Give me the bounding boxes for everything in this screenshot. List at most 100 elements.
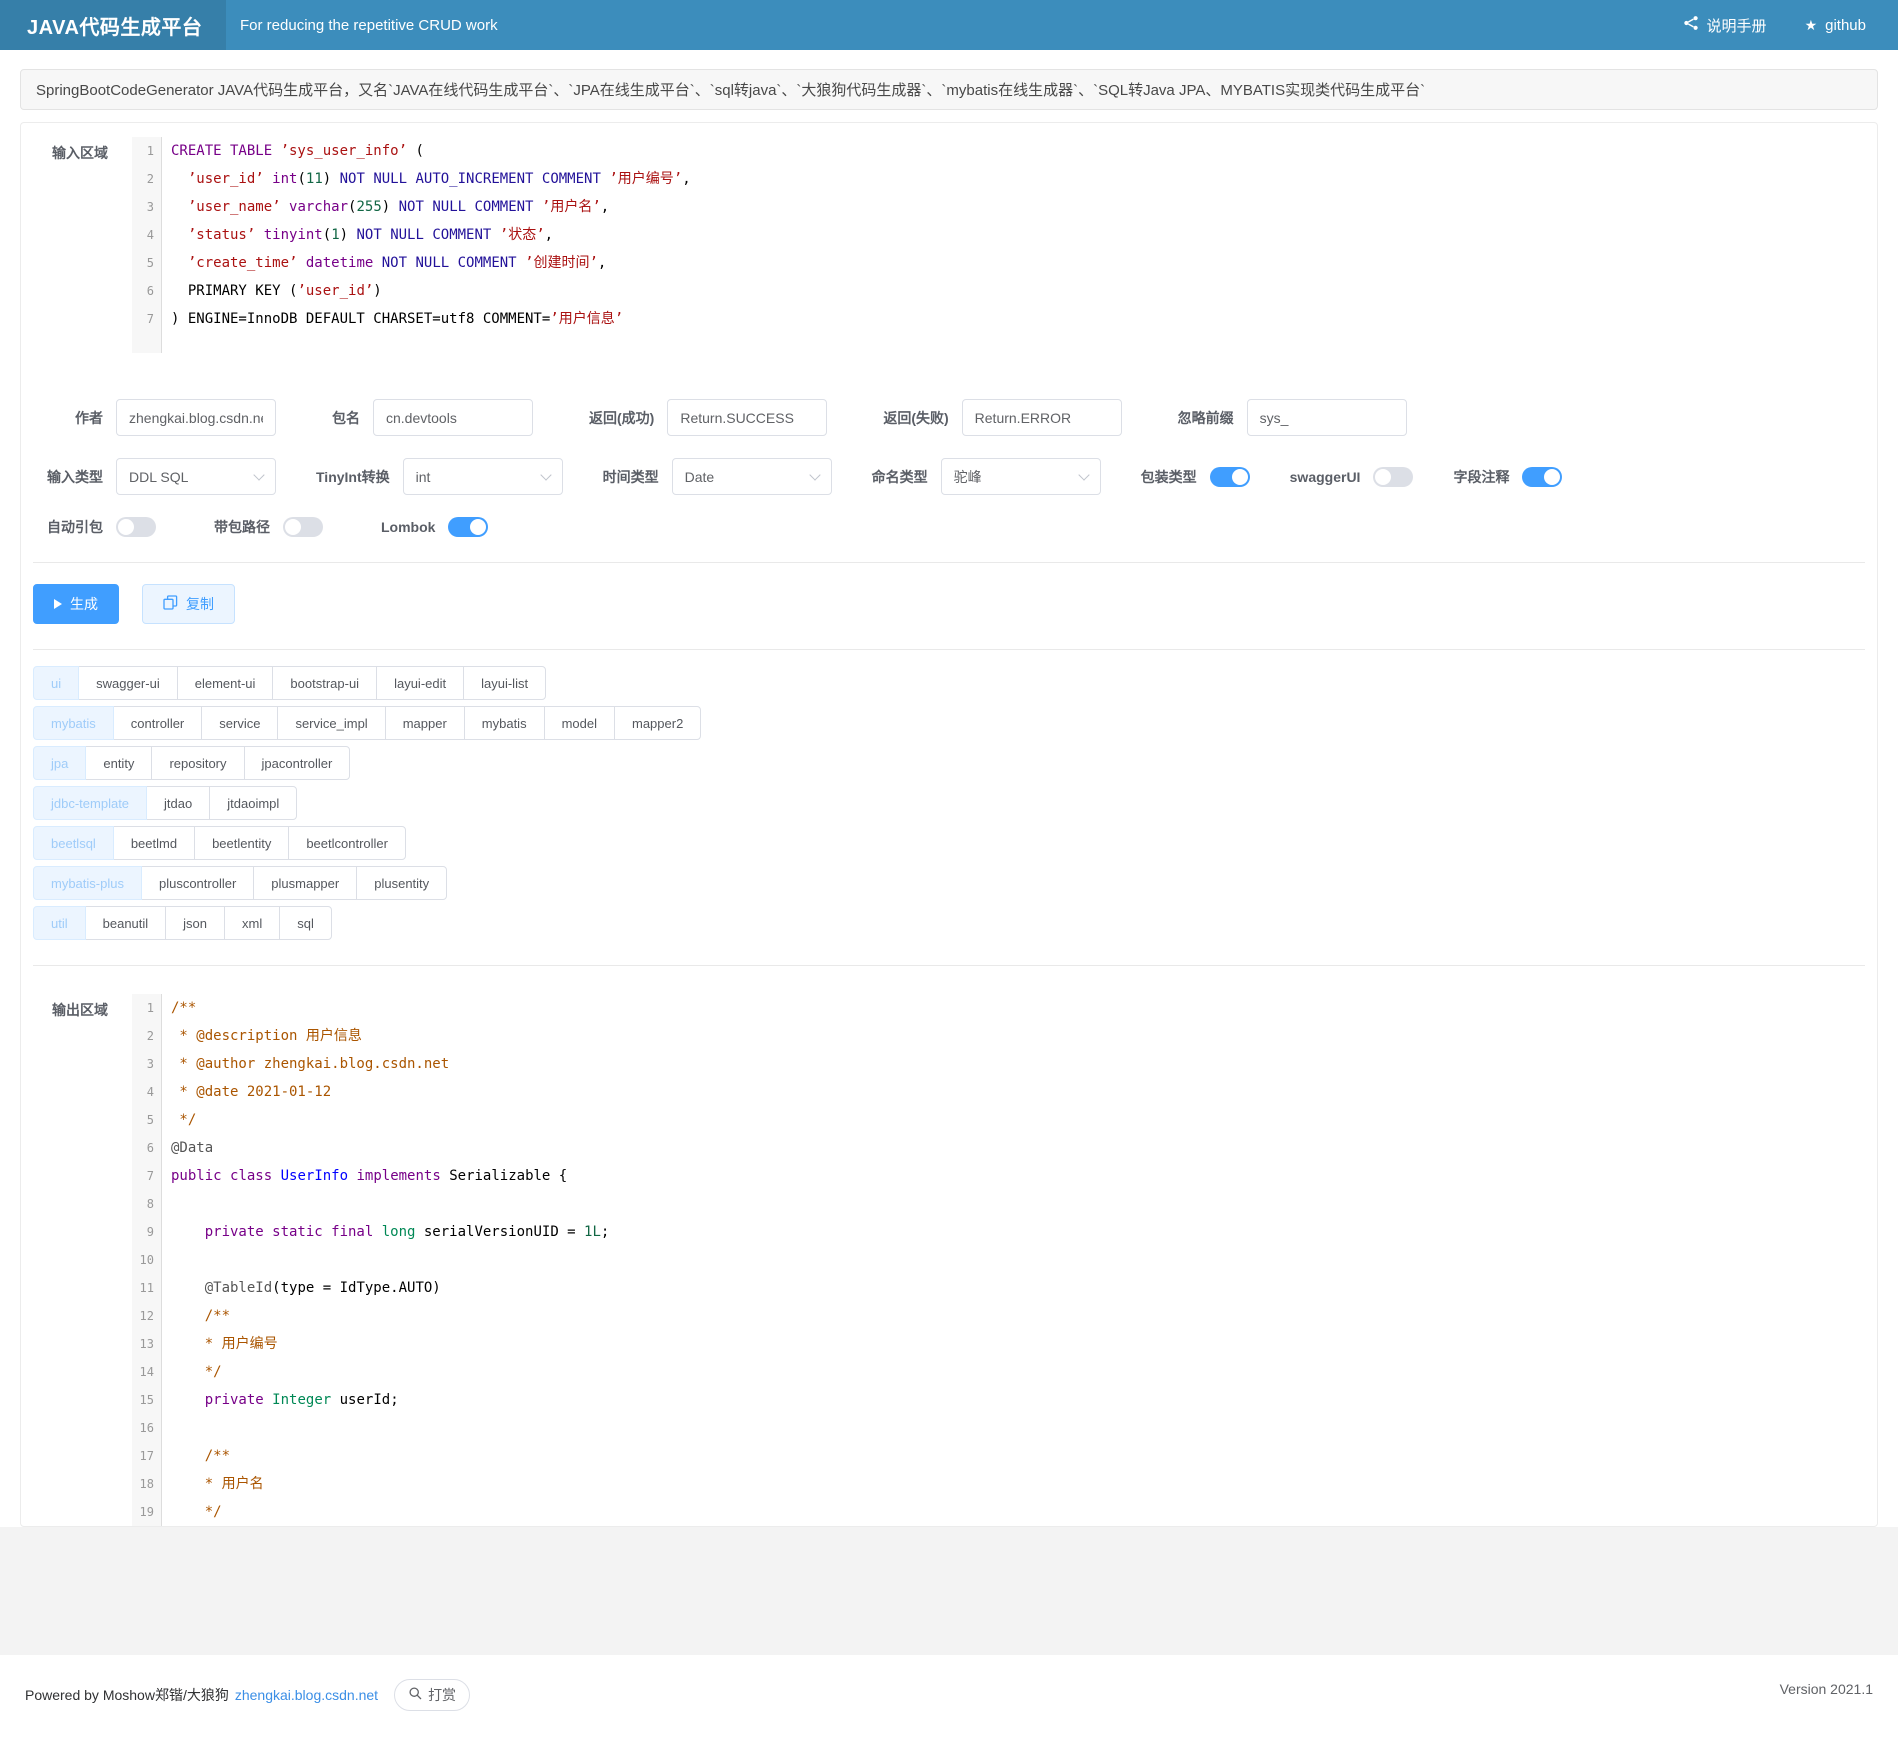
code-line: 10 (132, 1246, 1865, 1274)
code-line: 12 /** (132, 1302, 1865, 1330)
code-line: 6@Data (132, 1134, 1865, 1162)
swagger-ui-toggle[interactable] (1373, 467, 1413, 487)
github-link[interactable]: ★ github (1805, 17, 1866, 34)
lombok-field: Lombok (381, 517, 488, 537)
tab-xml[interactable]: xml (224, 906, 280, 940)
package-path-toggle[interactable] (283, 517, 323, 537)
lombok-label: Lombok (381, 519, 435, 535)
tab-layui-edit[interactable]: layui-edit (376, 666, 464, 700)
tab-service_impl[interactable]: service_impl (277, 706, 385, 740)
time-type-select[interactable]: Date (672, 458, 832, 495)
divider (33, 649, 1865, 650)
line-number: 2 (132, 1022, 162, 1050)
code-line: 3 ’user_name’ varchar(255) NOT NULL COMM… (132, 193, 1865, 221)
tinyint-convert-select[interactable]: int (403, 458, 563, 495)
tab-service[interactable]: service (201, 706, 278, 740)
return-success-field: 返回(成功) (589, 399, 827, 436)
code-line: 16 (132, 1414, 1865, 1442)
time-type-field: 时间类型 Date (603, 458, 832, 495)
code-line: 19 */ (132, 1498, 1865, 1526)
tab-beetlmd[interactable]: beetlmd (113, 826, 195, 860)
code-line: 5 */ (132, 1106, 1865, 1134)
code-line: 4 * @date 2021-01-12 (132, 1078, 1865, 1106)
tab-entity[interactable]: entity (85, 746, 152, 780)
tab-plusmapper[interactable]: plusmapper (253, 866, 357, 900)
line-number: 3 (132, 193, 162, 221)
gutter-filler (132, 333, 1865, 353)
return-success-input[interactable] (667, 399, 827, 436)
tab-beanutil[interactable]: beanutil (85, 906, 167, 940)
tab-category-mybatis-plus[interactable]: mybatis-plus (33, 866, 142, 900)
input-code-editor[interactable]: 1CREATE TABLE ’sys_user_info’ (2 ’user_i… (132, 137, 1865, 353)
manual-link[interactable]: 说明手册 (1683, 15, 1767, 36)
form-row-3: 自动引包 带包路径 Lombok (33, 517, 1865, 537)
tab-beetlentity[interactable]: beetlentity (194, 826, 289, 860)
output-code-editor[interactable]: 1/**2 * @description 用户信息3 * @author zhe… (132, 994, 1865, 1526)
tab-category-ui[interactable]: ui (33, 666, 79, 700)
input-section-label: 输入区域 (33, 137, 108, 163)
tab-plusentity[interactable]: plusentity (356, 866, 447, 900)
tab-mapper2[interactable]: mapper2 (614, 706, 701, 740)
author-label: 作者 (33, 408, 103, 428)
code-line: 13 * 用户编号 (132, 1330, 1865, 1358)
tab-group-jpa: jpaentityrepositoryjpacontroller (33, 746, 1865, 780)
code-line: 8 (132, 1190, 1865, 1218)
chevron-down-icon (809, 469, 820, 480)
generate-button[interactable]: 生成 (33, 584, 119, 624)
app-footer: Powered by Moshow郑锴/大狼狗 zhengkai.blog.cs… (0, 1655, 1898, 1762)
tab-group-ui: uiswagger-uielement-uibootstrap-uilayui-… (33, 666, 1865, 700)
wrapper-type-field: 包装类型 (1141, 467, 1250, 487)
package-input[interactable] (373, 399, 533, 436)
tab-model[interactable]: model (544, 706, 615, 740)
naming-type-select[interactable]: 驼峰 (941, 458, 1101, 495)
copy-button[interactable]: 复制 (142, 584, 235, 624)
form-row-2: 输入类型 DDL SQL TinyInt转换 int 时间类型 (33, 458, 1865, 495)
chevron-down-icon (253, 469, 264, 480)
input-type-value: DDL SQL (129, 469, 188, 485)
auto-import-toggle[interactable] (116, 517, 156, 537)
tab-mapper[interactable]: mapper (385, 706, 465, 740)
play-icon (54, 599, 62, 609)
tab-category-jdbc-template[interactable]: jdbc-template (33, 786, 147, 820)
tab-repository[interactable]: repository (151, 746, 244, 780)
code-line: 3 * @author zhengkai.blog.csdn.net (132, 1050, 1865, 1078)
donate-button[interactable]: 打赏 (394, 1679, 470, 1711)
tab-category-beetlsql[interactable]: beetlsql (33, 826, 114, 860)
auto-import-field: 自动引包 (33, 517, 156, 537)
tab-pluscontroller[interactable]: pluscontroller (141, 866, 254, 900)
tab-bootstrap-ui[interactable]: bootstrap-ui (272, 666, 377, 700)
field-comment-toggle[interactable] (1522, 467, 1562, 487)
tab-layui-list[interactable]: layui-list (463, 666, 546, 700)
blog-link[interactable]: zhengkai.blog.csdn.net (235, 1687, 378, 1703)
tab-element-ui[interactable]: element-ui (177, 666, 274, 700)
tab-swagger-ui[interactable]: swagger-ui (78, 666, 178, 700)
tab-controller[interactable]: controller (113, 706, 202, 740)
output-editor-viewport: 1/**2 * @description 用户信息3 * @author zhe… (108, 994, 1865, 1526)
tab-category-mybatis[interactable]: mybatis (33, 706, 114, 740)
line-number: 6 (132, 277, 162, 305)
form-row-1: 作者 包名 返回(成功) 返回(失败) 忽略前缀 (33, 399, 1865, 436)
tab-jpacontroller[interactable]: jpacontroller (244, 746, 351, 780)
code-line: 1CREATE TABLE ’sys_user_info’ ( (132, 137, 1865, 165)
generator-panel: 输入区域 1CREATE TABLE ’sys_user_info’ (2 ’u… (20, 122, 1878, 1527)
app-logo[interactable]: JAVA代码生成平台 (0, 0, 226, 50)
tab-beetlcontroller[interactable]: beetlcontroller (288, 826, 406, 860)
tab-json[interactable]: json (165, 906, 225, 940)
code-line: 7public class UserInfo implements Serial… (132, 1162, 1865, 1190)
tab-mybatis[interactable]: mybatis (464, 706, 545, 740)
page-background-band (0, 1527, 1898, 1655)
package-field: 包名 (332, 399, 533, 436)
input-type-select[interactable]: DDL SQL (116, 458, 276, 495)
tab-category-util[interactable]: util (33, 906, 86, 940)
tab-sql[interactable]: sql (279, 906, 332, 940)
manual-label: 说明手册 (1707, 15, 1767, 36)
author-input[interactable] (116, 399, 276, 436)
time-type-label: 时间类型 (603, 467, 659, 487)
wrapper-type-toggle[interactable] (1210, 467, 1250, 487)
ignore-prefix-input[interactable] (1247, 399, 1407, 436)
tab-jtdao[interactable]: jtdao (146, 786, 210, 820)
tab-category-jpa[interactable]: jpa (33, 746, 86, 780)
return-error-input[interactable] (962, 399, 1122, 436)
tab-jtdaoimpl[interactable]: jtdaoimpl (209, 786, 297, 820)
lombok-toggle[interactable] (448, 517, 488, 537)
